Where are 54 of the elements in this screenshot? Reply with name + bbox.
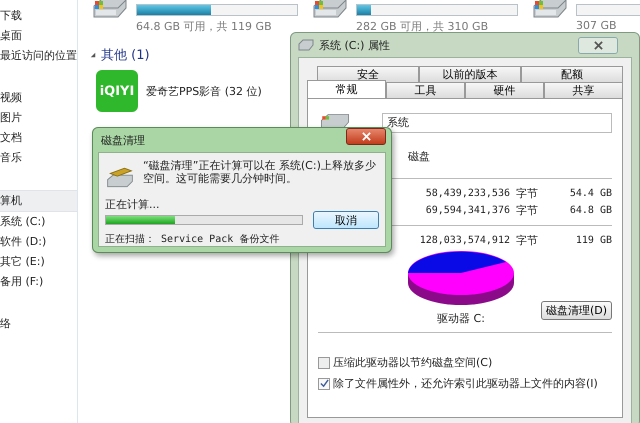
tab[interactable]: 安全	[317, 66, 419, 82]
tab[interactable]: 共享	[544, 82, 623, 98]
expand-arrow-icon[interactable]	[90, 52, 96, 58]
tab[interactable]: 以前的版本	[419, 66, 521, 82]
tab[interactable]: 配额	[521, 66, 623, 82]
bytes-value: 128,033,574,912	[418, 235, 510, 246]
close-icon[interactable]	[594, 40, 602, 50]
unit-text: 字节	[516, 203, 539, 218]
sidebar-item[interactable]: 视频	[0, 88, 77, 108]
type-text: 磁盘	[408, 149, 431, 164]
size-value: 119 GB	[574, 235, 612, 246]
hard-drive-icon	[298, 39, 314, 51]
checkbox[interactable]	[318, 356, 330, 368]
sidebar-item[interactable]: 备用 (F:)	[0, 272, 77, 292]
disk-cleanup-icon	[105, 165, 135, 189]
sidebar-item[interactable]: 最近访问的位置	[0, 46, 77, 66]
tab[interactable]: 工具	[386, 82, 465, 98]
cancel-button[interactable]: 取消	[313, 211, 379, 229]
tab[interactable]: 硬件	[465, 82, 544, 98]
dialog-title: 磁盘清理	[101, 132, 145, 148]
checkbox-label[interactable]: 除了文件属性外，还允许索引此驱动器上文件的内容(I)	[333, 376, 598, 391]
sidebar-item[interactable]: 算机	[0, 190, 77, 212]
window-title: 系统 (C:) 属性	[319, 38, 390, 52]
size-value: 54.4 GB	[568, 188, 612, 199]
scanning-text: 正在扫描： Service Pack 备份文件	[105, 232, 280, 246]
close-button[interactable]	[346, 128, 386, 145]
app-label[interactable]: 爱奇艺PPS影音 (32 位)	[146, 84, 262, 98]
free-space-text: 64.8 GB 可用，共 119 GB	[136, 19, 273, 34]
group-header: 其他 (1)	[101, 47, 150, 64]
sidebar-item[interactable]: 其它 (E:)	[0, 252, 77, 272]
sidebar-item[interactable]: 系统 (C:)	[0, 212, 77, 232]
bytes-value: 58,439,233,536	[424, 188, 510, 199]
checkbox-label[interactable]: 压缩此驱动器以节约磁盘空间(C)	[333, 355, 492, 370]
sidebar-item[interactable]: 图片	[0, 108, 77, 128]
unit-text: 字节	[516, 233, 539, 248]
free-space-text: 282 GB 可用，共 310 GB	[356, 19, 490, 34]
sidebar-item[interactable]: 文档	[0, 128, 77, 148]
sidebar-item[interactable]: 下载	[0, 6, 77, 26]
sidebar-item[interactable]: 软件 (D:)	[0, 232, 77, 252]
drive-label: 驱动器 C:	[437, 311, 485, 326]
close-button[interactable]	[578, 36, 618, 54]
message-text: “磁盘清理”正在计算可以在 系统(C:)上释放多少空间。这可能需要几分钟时间。	[143, 159, 377, 187]
free-space-text: 307 GB	[576, 19, 618, 32]
status-text: 正在计算...	[105, 197, 160, 212]
name-field[interactable]: 系统	[382, 113, 612, 133]
tab[interactable]: 常规	[307, 80, 386, 98]
disk-cleanup-button[interactable]: 磁盘清理(D)	[540, 301, 612, 320]
sidebar-item[interactable]: 音乐	[0, 148, 77, 168]
unit-text: 字节	[516, 186, 539, 201]
size-value: 64.8 GB	[568, 205, 612, 216]
sidebar-item[interactable]: 桌面	[0, 26, 77, 46]
sidebar-item[interactable]: 络	[0, 314, 77, 334]
bytes-value: 69,594,341,376	[424, 205, 510, 216]
checkbox[interactable]	[318, 378, 330, 390]
